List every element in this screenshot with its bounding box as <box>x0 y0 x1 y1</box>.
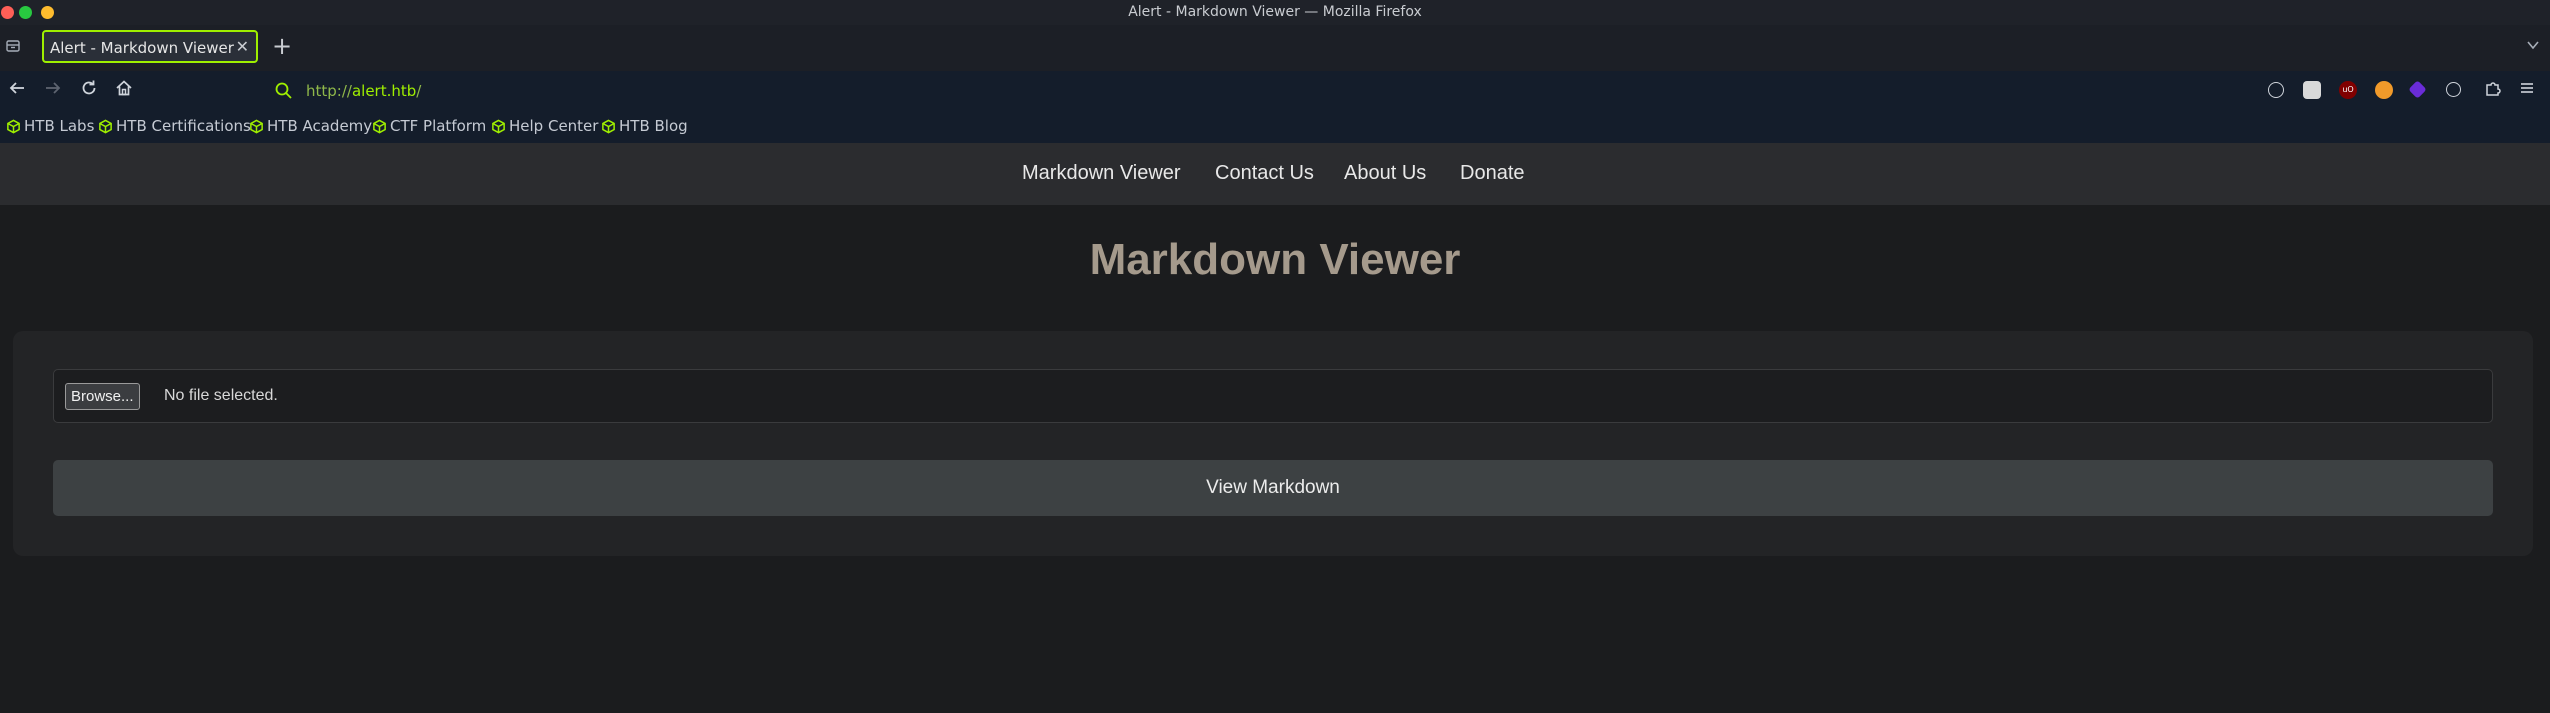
shield-icon[interactable] <box>2303 81 2321 99</box>
home-icon[interactable] <box>112 79 136 103</box>
navigation-toolbar: http://alert.htb/ uO <box>0 71 2550 111</box>
bookmark-help-center[interactable]: Help Center <box>491 117 598 135</box>
fox-icon[interactable] <box>2375 81 2393 99</box>
account-icon[interactable] <box>2268 82 2284 98</box>
menu-icon[interactable] <box>2515 79 2539 103</box>
page-title: Markdown Viewer <box>1089 235 1461 284</box>
nav-link-markdown-viewer[interactable]: Markdown Viewer <box>1022 162 1181 185</box>
forward-arrow-icon[interactable] <box>41 79 65 103</box>
browse-button[interactable]: Browse... <box>65 383 140 410</box>
cube-icon <box>373 119 386 134</box>
back-arrow-icon[interactable] <box>5 79 29 103</box>
bookmark-htb-labs[interactable]: HTB Labs <box>6 117 94 135</box>
view-markdown-button[interactable]: View Markdown <box>53 460 2493 516</box>
cube-icon <box>99 119 112 134</box>
ublock-icon[interactable]: uO <box>2339 81 2357 99</box>
window-title: Alert - Markdown Viewer — Mozilla Firefo… <box>1128 4 1422 20</box>
window-titlebar: Alert - Markdown Viewer — Mozilla Firefo… <box>0 0 2550 25</box>
bookmark-htb-blog[interactable]: HTB Blog <box>601 117 688 135</box>
cube-icon <box>602 119 615 134</box>
upload-form: Browse... No file selected. View Markdow… <box>13 331 2533 556</box>
purple-gem-icon[interactable] <box>2408 80 2427 99</box>
tab-list-icon[interactable] <box>2 38 24 58</box>
tab-active[interactable]: Alert - Markdown Viewer ✕ <box>42 30 258 63</box>
tab-title: Alert - Markdown Viewer <box>50 39 234 57</box>
bookmark-htb-academy[interactable]: HTB Academy <box>249 117 372 135</box>
tab-strip: Alert - Markdown Viewer ✕ + <box>0 25 2550 71</box>
site-navbar: Markdown Viewer Contact Us About Us Dona… <box>0 143 2550 205</box>
bookmarks-toolbar: HTB Labs HTB Certifications HTB Academy … <box>0 111 2550 143</box>
url-text[interactable]: http://alert.htb/ <box>306 82 421 100</box>
reload-icon[interactable] <box>77 79 101 103</box>
nav-link-contact-us[interactable]: Contact Us <box>1215 162 1314 185</box>
extensions-icon[interactable] <box>2481 79 2505 103</box>
nav-link-donate[interactable]: Donate <box>1460 162 1525 185</box>
cube-icon <box>492 119 505 134</box>
bookmark-htb-certifications[interactable]: HTB Certifications <box>98 117 251 135</box>
tab-close-icon[interactable]: ✕ <box>236 37 249 56</box>
page-content: Markdown Viewer Contact Us About Us Dona… <box>0 143 2550 713</box>
file-input[interactable]: Browse... No file selected. <box>53 369 2493 423</box>
chevron-down-icon[interactable] <box>2526 38 2540 56</box>
cube-icon <box>250 119 263 134</box>
file-status-text: No file selected. <box>164 387 278 404</box>
bookmark-ctf-platform[interactable]: CTF Platform <box>372 117 486 135</box>
settings-icon[interactable] <box>2446 82 2461 97</box>
url-bar[interactable]: http://alert.htb/ <box>268 76 2068 106</box>
cube-icon <box>7 119 20 134</box>
new-tab-icon[interactable]: + <box>272 32 292 60</box>
nav-link-about-us[interactable]: About Us <box>1344 162 1426 185</box>
search-icon <box>272 79 296 103</box>
